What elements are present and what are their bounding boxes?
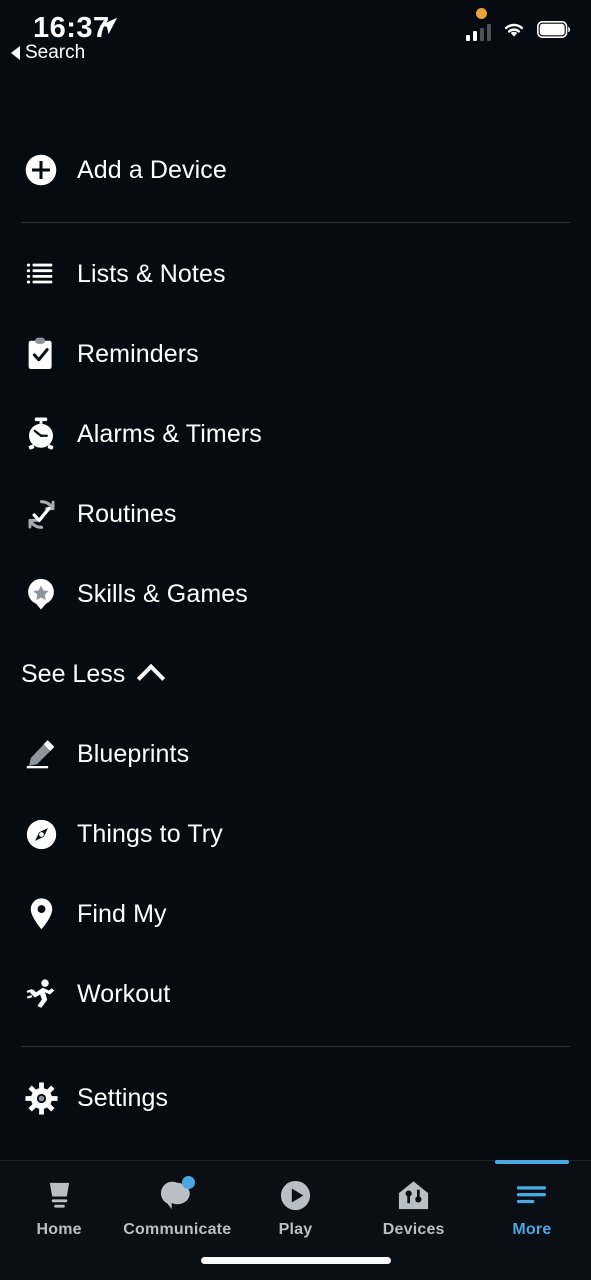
tab-label: Home [36,1221,82,1238]
orange-privacy-dot [476,8,487,19]
tab-home[interactable]: Home [0,1161,118,1247]
menu-item-label: Lists & Notes [77,259,226,288]
menu-item-workout[interactable]: Workout [0,966,591,1022]
plus-circle-icon [18,147,64,193]
tab-label: More [512,1221,552,1238]
play-circle-icon [276,1175,316,1215]
tab-devices[interactable]: Devices [355,1161,473,1247]
chevron-up-icon [137,663,166,692]
clipboard-check-icon [18,331,64,377]
see-less-label: See Less [21,660,126,688]
back-to-search-label: Search [25,42,86,63]
cellular-signal-icon [465,23,491,41]
menu-item-lists-and-notes[interactable]: Lists & Notes [0,246,591,302]
menu-item-alarms-and-timers[interactable]: Alarms & Timers [0,406,591,462]
battery-icon [537,21,571,43]
menu-item-label: Reminders [77,339,199,368]
alarm-clock-icon [18,411,64,457]
location-arrow-icon [97,15,119,37]
menu-item-find-my[interactable]: Find My [0,886,591,942]
speech-bubble-icon [157,1175,197,1215]
menu-item-routines[interactable]: Routines [0,486,591,542]
menu-item-label: Routines [77,499,177,528]
status-bar: 16:37 [0,0,591,44]
section-divider-bottom [21,1046,570,1047]
menu-item-skills-and-games[interactable]: Skills & Games [0,566,591,622]
menu-item-label: Things to Try [77,819,223,848]
tab-label: Devices [382,1221,445,1238]
tab-play[interactable]: Play [236,1161,354,1247]
menu-item-label: Workout [77,979,171,1008]
list-icon [18,251,64,297]
running-person-icon [18,971,64,1017]
back-triangle-icon [11,46,20,60]
section-divider-top [21,222,570,223]
menu-item-add-a-device[interactable]: Add a Device [0,142,591,198]
status-bar-indicators [465,20,572,44]
app-root: 16:37 Search Add a Device Lists & Notes … [0,0,591,1280]
menu-item-label: Alarms & Timers [77,419,262,448]
tab-communicate[interactable]: Communicate [118,1161,236,1247]
pencil-icon [18,731,64,777]
speech-bubble-star-icon [18,571,64,617]
menu-item-label: Find My [77,899,167,928]
menu-item-reminders[interactable]: Reminders [0,326,591,382]
bottom-tab-bar: Home Communicate Play Devices More [0,1160,591,1280]
home-indicator [200,1257,391,1264]
location-pin-icon [18,891,64,937]
tab-label: Play [278,1221,313,1238]
see-less-toggle[interactable]: See Less [21,660,166,692]
menu-item-label: Blueprints [77,739,190,768]
wifi-icon [501,20,527,44]
gear-icon [18,1075,64,1121]
menu-item-blueprints[interactable]: Blueprints [0,726,591,782]
home-devices-icon [394,1175,434,1215]
hamburger-menu-icon [512,1175,552,1215]
menu-item-label: Settings [77,1083,169,1112]
back-to-search-link[interactable]: Search [11,42,85,64]
menu-item-label: Skills & Games [77,579,248,608]
compass-icon [18,811,64,857]
menu-item-settings[interactable]: Settings [0,1070,591,1126]
tab-active-indicator [494,1160,569,1164]
menu-item-label: Add a Device [77,155,227,184]
echo-speaker-icon [39,1175,79,1215]
tab-more[interactable]: More [473,1160,591,1247]
routine-refresh-check-icon [18,491,64,537]
tab-label: Communicate [123,1221,232,1238]
menu-item-things-to-try[interactable]: Things to Try [0,806,591,862]
